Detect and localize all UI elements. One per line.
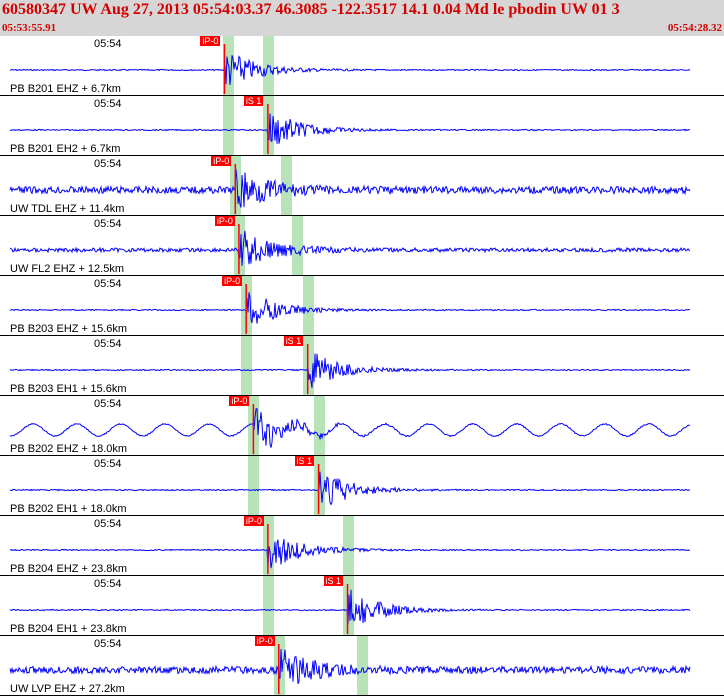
trace-panel[interactable]: 05:54 PB B201 EH2 + 6.7km iS 1: [0, 96, 724, 156]
waveform-line: [9, 292, 691, 324]
time-label: 05:54: [94, 578, 122, 590]
time-label: 05:54: [94, 38, 122, 50]
phase-window: [343, 516, 354, 576]
trace-panel[interactable]: 05:54 UW LVP EHZ + 27.2km iP-0: [0, 636, 724, 696]
panel-divider: [0, 695, 724, 696]
waveform-line: [9, 169, 691, 208]
station-label: UW LVP EHZ + 27.2km: [10, 683, 125, 695]
station-label: PB B201 EHZ + 6.7km: [10, 83, 121, 95]
phase-window: [241, 336, 252, 396]
pick-flag[interactable]: iS 1: [283, 336, 304, 346]
phase-window: [274, 636, 285, 696]
time-label: 05:54: [94, 278, 122, 290]
station-label: UW TDL EHZ + 11.4km: [10, 203, 125, 215]
waveform-line: [9, 471, 690, 506]
trace-panel[interactable]: 05:54 PB B201 EHZ + 6.7km iP-0: [0, 36, 724, 96]
phase-window: [303, 276, 314, 336]
event-title: 60580347 UW Aug 27, 2013 05:54:03.37 46.…: [2, 1, 620, 18]
phase-window: [314, 396, 325, 456]
station-label: PB B201 EH2 + 6.7km: [10, 143, 121, 155]
trace-panel[interactable]: 05:54 PB B203 EH1 + 15.6km iS 1: [0, 336, 724, 396]
time-label: 05:54: [94, 638, 122, 650]
waveform-line: [9, 649, 691, 684]
pick-flag[interactable]: iP-0: [200, 36, 221, 46]
waveform-line: [9, 55, 691, 85]
trace-panel[interactable]: 05:54 PB B202 EHZ + 18.0km iP-0: [0, 396, 724, 456]
pick-flag[interactable]: iP-0: [243, 516, 264, 526]
trace-panel[interactable]: 05:54 PB B204 EH1 + 23.8km iS 1: [0, 576, 724, 636]
trace-panel[interactable]: 05:54 UW FL2 EHZ + 12.5km iP-0: [0, 216, 724, 276]
pick-flag[interactable]: iS 1: [323, 576, 344, 586]
waveform-line: [9, 113, 691, 144]
station-label: PB B204 EH1 + 23.8km: [10, 623, 127, 635]
pick-flag[interactable]: iP-0: [214, 216, 235, 226]
trace-panel[interactable]: 05:54 PB B204 EHZ + 23.8km iP-0: [0, 516, 724, 576]
station-label: UW FL2 EHZ + 12.5km: [10, 263, 125, 275]
header-bar: 60580347 UW Aug 27, 2013 05:54:03.37 46.…: [0, 0, 724, 36]
phase-window: [357, 636, 368, 696]
time-label: 05:54: [94, 158, 122, 170]
station-label: PB B203 EHZ + 15.6km: [10, 323, 128, 335]
pick-flag[interactable]: iP-0: [229, 396, 250, 406]
trace-panel[interactable]: 05:54 PB B203 EHZ + 15.6km iP-0: [0, 276, 724, 336]
trace-panel[interactable]: 05:54 UW TDL EHZ + 11.4km iP-0: [0, 156, 724, 216]
time-label: 05:54: [94, 218, 122, 230]
pick-flag[interactable]: iP-0: [211, 156, 232, 166]
time-label: 05:54: [94, 398, 122, 410]
start-time: 05:53:55.91: [2, 22, 57, 34]
time-label: 05:54: [94, 338, 122, 350]
pick-flag[interactable]: iS 1: [294, 456, 315, 466]
station-label: PB B203 EH1 + 15.6km: [10, 383, 127, 395]
trace-panel[interactable]: 05:54 PB B202 EH1 + 18.0km iS 1: [0, 456, 724, 516]
seismogram-traces: 05:54 PB B201 EHZ + 6.7km iP-0 05:54 PB B201…: [0, 36, 724, 698]
station-label: PB B202 EH1 + 18.0km: [10, 503, 127, 515]
pick-flag[interactable]: iS 1: [243, 96, 264, 106]
phase-window: [292, 216, 303, 276]
phase-window: [263, 576, 274, 636]
station-label: PB B202 EHZ + 18.0km: [10, 443, 128, 455]
phase-window: [281, 156, 292, 216]
phase-window: [223, 96, 234, 156]
pick-flag[interactable]: iP-0: [254, 636, 275, 646]
time-label: 05:54: [94, 98, 122, 110]
waveform-line: [9, 230, 691, 266]
phase-window: [248, 456, 259, 516]
end-time: 05:54:28.32: [667, 22, 722, 34]
pick-flag[interactable]: iP-0: [222, 276, 243, 286]
waveform-line: [9, 408, 691, 448]
station-label: PB B204 EHZ + 23.8km: [10, 563, 128, 575]
time-label: 05:54: [94, 518, 122, 530]
time-label: 05:54: [94, 458, 122, 470]
